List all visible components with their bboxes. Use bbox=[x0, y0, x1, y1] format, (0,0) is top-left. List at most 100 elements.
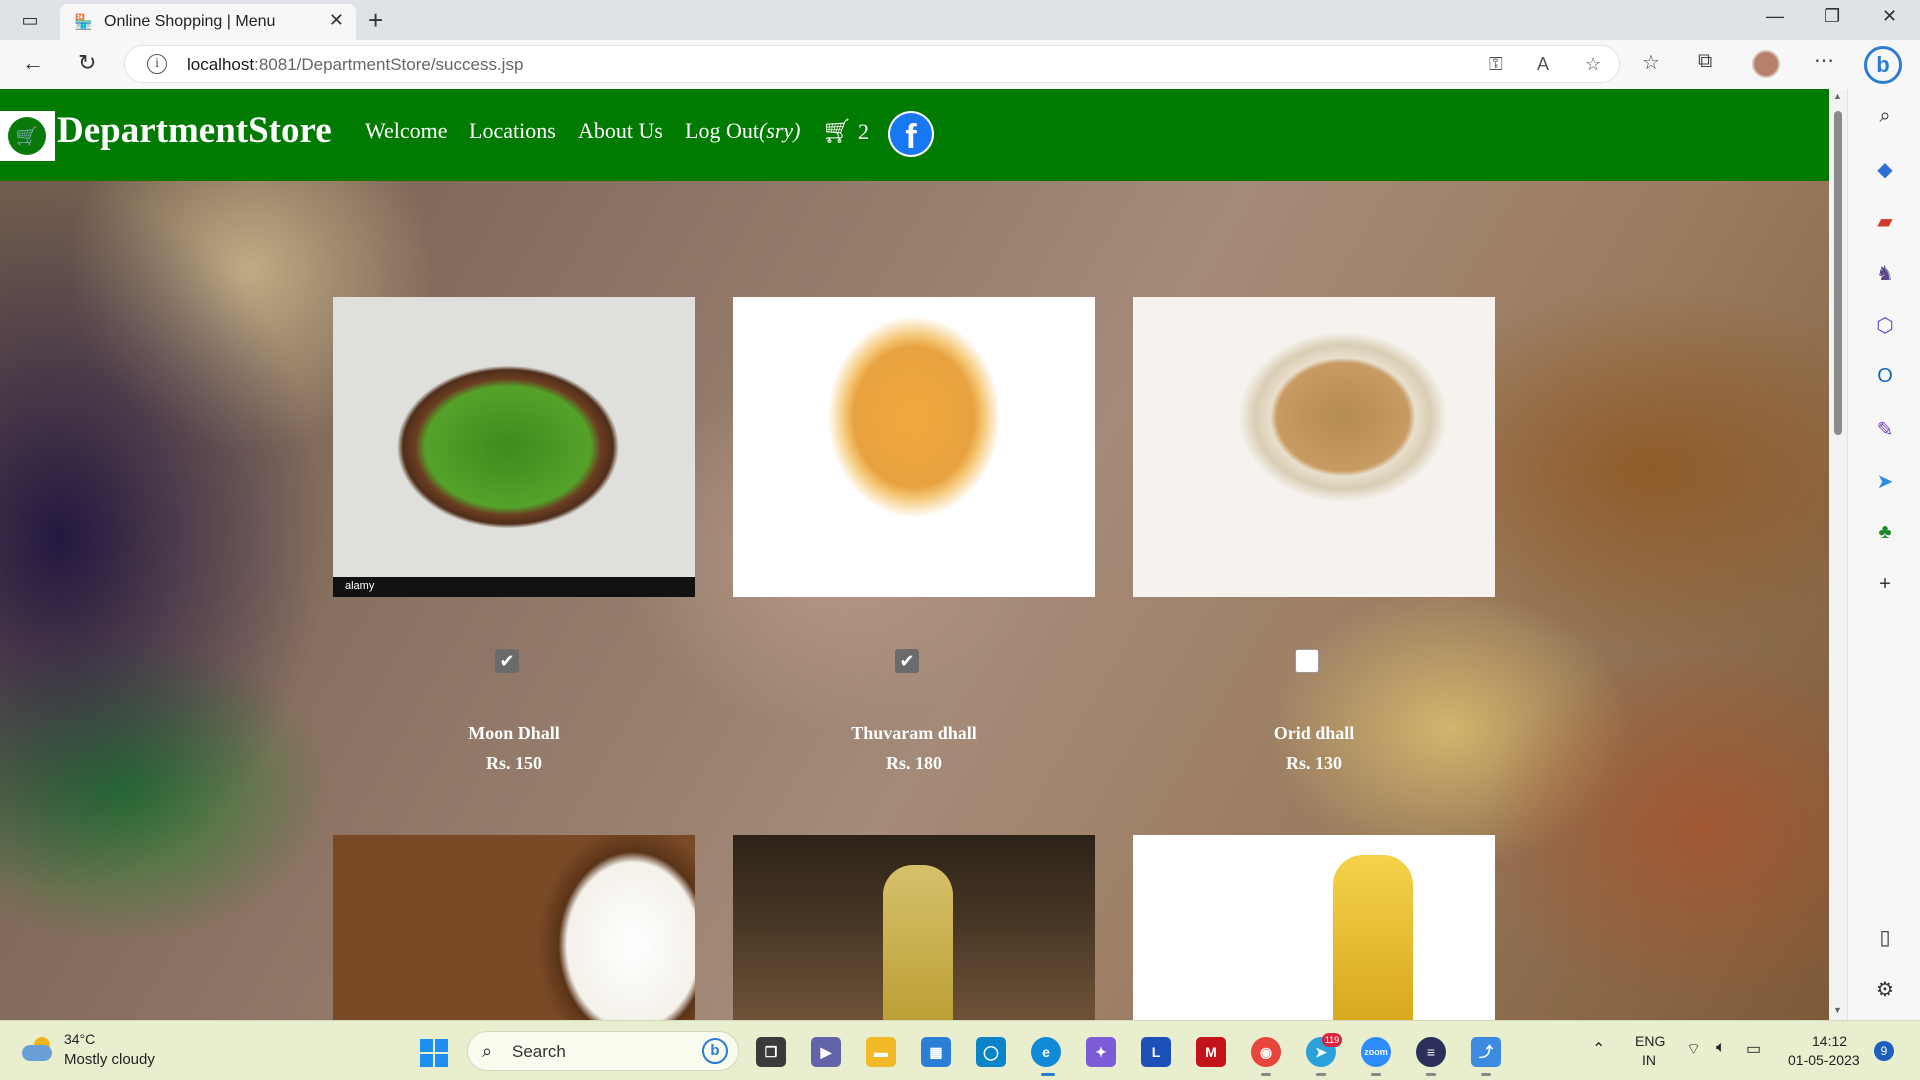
scroll-down-arrow-icon[interactable]: ▼ bbox=[1833, 1005, 1842, 1015]
browser-tab[interactable]: 🏪 Online Shopping | Menu ✕ bbox=[60, 4, 356, 40]
nav-logout[interactable]: Log Out(sry) bbox=[685, 118, 801, 144]
show-hidden-icons-chevron-icon[interactable]: ⌃ bbox=[1592, 1039, 1605, 1059]
copilot-icon[interactable]: ✦ bbox=[1086, 1037, 1116, 1067]
shopping-tag-icon[interactable]: ◆ bbox=[1873, 157, 1897, 182]
nav-locations[interactable]: Locations bbox=[469, 118, 556, 144]
key-icon[interactable]: ⚿ bbox=[1489, 54, 1503, 75]
product-card bbox=[1133, 297, 1495, 597]
image-watermark: alamy bbox=[333, 577, 695, 597]
product-price: Rs. 180 bbox=[885, 753, 942, 773]
cart-count[interactable]: 2 bbox=[858, 119, 869, 145]
product-name: Thuvaram dhall bbox=[851, 723, 977, 743]
chrome-icon[interactable]: ◉ bbox=[1251, 1037, 1281, 1067]
taskbar-search[interactable]: ⌕ Search b bbox=[467, 1031, 739, 1071]
scroll-up-arrow-icon[interactable]: ▲ bbox=[1833, 91, 1842, 101]
product-price: Rs. 130 bbox=[1285, 753, 1342, 773]
settings-gear-icon[interactable]: ⚙ bbox=[1873, 977, 1897, 1002]
search-icon[interactable]: ⌕ bbox=[1873, 105, 1897, 128]
eclipse-icon[interactable]: ≡ bbox=[1416, 1037, 1446, 1067]
weather-icon[interactable] bbox=[22, 1037, 54, 1061]
notification-badge[interactable]: 9 bbox=[1874, 1041, 1894, 1061]
add-favorite-icon[interactable]: ☆ bbox=[1585, 54, 1601, 75]
refresh-button[interactable]: ↻ bbox=[78, 50, 96, 76]
cortana-icon[interactable]: ◯ bbox=[976, 1037, 1006, 1067]
product-checkbox[interactable] bbox=[1295, 649, 1319, 673]
wifi-icon[interactable]: ⌔ bbox=[1686, 1039, 1701, 1059]
new-tab-button[interactable]: + bbox=[368, 5, 383, 36]
task-view-icon[interactable]: ❐ bbox=[756, 1037, 786, 1067]
volume-icon[interactable]: 🔈︎ bbox=[1716, 1039, 1726, 1057]
address-bar[interactable]: i localhost:8081/DepartmentStore/success… bbox=[124, 45, 1620, 83]
brand-name[interactable]: DepartmentStore bbox=[57, 109, 332, 152]
file-explorer-icon[interactable]: ▬ bbox=[866, 1037, 896, 1067]
product-checkbox[interactable]: ✔ bbox=[895, 649, 919, 673]
product-card: alamy bbox=[333, 297, 695, 597]
shopping-cart-logo-icon: 🛒 bbox=[8, 117, 46, 155]
sidebar-toggle-icon[interactable]: ▯ bbox=[1873, 925, 1897, 950]
nav-about-us[interactable]: About Us bbox=[578, 118, 663, 144]
facebook-icon[interactable]: f bbox=[888, 111, 934, 157]
product-card bbox=[733, 297, 1095, 597]
tool-app-icon[interactable]: ⤴ bbox=[1471, 1037, 1501, 1067]
product-card bbox=[1133, 835, 1495, 1020]
product-checkbox[interactable]: ✔ bbox=[495, 649, 519, 673]
site-navbar: 🛒 DepartmentStore Welcome Locations Abou… bbox=[0, 89, 1829, 181]
url-text: localhost:8081/DepartmentStore/success.j… bbox=[187, 55, 524, 74]
sunflower-oil-image bbox=[733, 835, 1095, 1020]
clock-date[interactable]: 01-05-2023 bbox=[1788, 1052, 1860, 1068]
teams-chat-icon[interactable]: ▶ bbox=[811, 1037, 841, 1067]
zoom-icon[interactable]: zoom bbox=[1361, 1037, 1391, 1067]
microsoft-store-icon[interactable]: ▦ bbox=[921, 1037, 951, 1067]
product-card bbox=[333, 835, 695, 1020]
scroll-thumb[interactable] bbox=[1834, 111, 1842, 435]
back-button[interactable]: ← bbox=[22, 50, 44, 76]
language-indicator[interactable]: ENG bbox=[1635, 1033, 1665, 1049]
urad-dal-image bbox=[1133, 297, 1495, 597]
battery-icon[interactable]: ▭ bbox=[1746, 1039, 1761, 1059]
minimize-button[interactable]: — bbox=[1766, 6, 1784, 27]
product-name: Moon Dhall bbox=[468, 723, 560, 743]
moong-dal-image: alamy bbox=[333, 297, 695, 597]
mcafee-icon[interactable]: M bbox=[1196, 1037, 1226, 1067]
microsoft-365-icon[interactable]: ⬡ bbox=[1873, 313, 1897, 338]
windows-taskbar: 34°C Mostly cloudy ⌕ Search b ❐ ▶ ▬ ▦ ◯ … bbox=[0, 1020, 1920, 1080]
designer-icon[interactable]: ✎ bbox=[1873, 417, 1897, 442]
more-options-icon[interactable]: ⋯ bbox=[1814, 48, 1834, 73]
tab-title: Online Shopping | Menu bbox=[104, 13, 276, 30]
page-scrollbar[interactable]: ▲ ▼ bbox=[1829, 89, 1847, 1020]
profile-avatar[interactable] bbox=[1752, 50, 1780, 78]
bing-chat-icon[interactable]: b bbox=[1864, 46, 1902, 84]
temperature[interactable]: 34°C bbox=[64, 1031, 95, 1047]
start-windows-icon[interactable] bbox=[420, 1039, 448, 1067]
close-window-button[interactable]: ✕ bbox=[1882, 6, 1897, 27]
add-icon[interactable]: + bbox=[1873, 573, 1897, 596]
edge-browser-icon[interactable]: e bbox=[1031, 1037, 1061, 1067]
coconut-oil-image bbox=[333, 835, 695, 1020]
tools-icon[interactable]: ▰ bbox=[1873, 209, 1897, 234]
product-price: Rs. 150 bbox=[485, 753, 542, 773]
edge-sidebar: ⌕ ◆ ▰ ♞ ⬡ O ✎ ➤ ♣ + ▯ ⚙ bbox=[1847, 89, 1920, 1020]
search-label: Search bbox=[512, 1042, 566, 1061]
nav-welcome[interactable]: Welcome bbox=[365, 118, 448, 144]
read-aloud-icon[interactable]: A bbox=[1537, 54, 1549, 75]
product-card bbox=[733, 835, 1095, 1020]
favorites-icon[interactable]: ☆ bbox=[1642, 50, 1660, 75]
language-region[interactable]: IN bbox=[1642, 1052, 1656, 1068]
search-icon: ⌕ bbox=[482, 1041, 493, 1061]
tab-actions-icon[interactable]: ▭ bbox=[18, 8, 42, 32]
weather-text[interactable]: Mostly cloudy bbox=[64, 1051, 155, 1068]
outlook-icon[interactable]: O bbox=[1873, 365, 1897, 388]
store-logo[interactable]: 🛒 bbox=[0, 111, 55, 161]
restore-button[interactable]: ❐ bbox=[1824, 6, 1840, 27]
clock-time[interactable]: 14:12 bbox=[1812, 1033, 1847, 1049]
telegram-badge: 119 bbox=[1322, 1033, 1342, 1047]
collections-icon[interactable]: ⧉ bbox=[1698, 50, 1712, 73]
site-info-icon[interactable]: i bbox=[147, 54, 167, 74]
games-icon[interactable]: ♞ bbox=[1873, 261, 1897, 286]
close-tab-icon[interactable]: ✕ bbox=[329, 10, 344, 31]
send-icon[interactable]: ➤ bbox=[1873, 469, 1897, 494]
cart-icon[interactable]: 🛒︎ bbox=[822, 117, 852, 146]
tree-icon[interactable]: ♣ bbox=[1873, 521, 1897, 544]
address-toolbar: ← ↻ i localhost:8081/DepartmentStore/suc… bbox=[0, 40, 1920, 89]
launcher-l-icon[interactable]: L bbox=[1141, 1037, 1171, 1067]
